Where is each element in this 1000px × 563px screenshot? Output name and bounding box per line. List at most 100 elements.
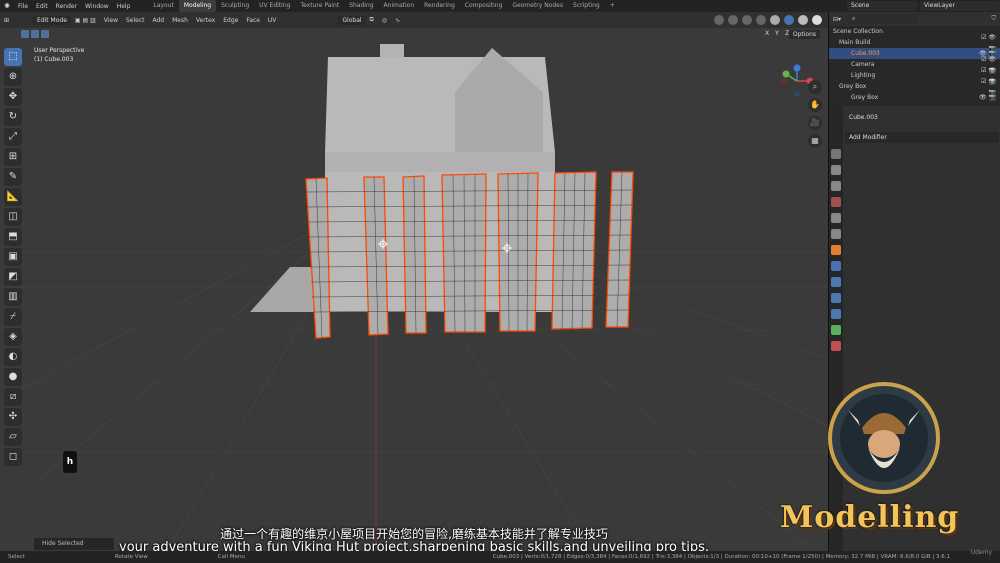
cursor-tool-icon[interactable]: ⊕: [4, 68, 22, 86]
measure-tool-icon[interactable]: 📐: [4, 188, 22, 206]
edge-slide-tool-icon[interactable]: ⧄: [4, 388, 22, 406]
outliner-grey-box-collection[interactable]: Grey Box ☑ 👁 📷: [829, 78, 1000, 96]
axis-y-toggle[interactable]: Y: [772, 30, 782, 37]
shear-tool-icon[interactable]: ▱: [4, 428, 22, 446]
tool-tab-icon[interactable]: [831, 149, 841, 159]
face-select-icon[interactable]: [41, 30, 49, 38]
proportional-edit-icon[interactable]: ◎: [378, 17, 391, 24]
scene-tab-icon[interactable]: [831, 197, 841, 207]
view-layer-selector[interactable]: ViewLayer: [920, 1, 1000, 11]
add-workspace-button[interactable]: +: [605, 0, 620, 12]
menu-file[interactable]: File: [14, 3, 32, 10]
render-tab-icon[interactable]: [831, 165, 841, 175]
material-tab-icon[interactable]: [831, 341, 841, 351]
editor-type-icon[interactable]: ⊞: [0, 17, 13, 24]
world-tab-icon[interactable]: [831, 213, 841, 223]
tab-modeling[interactable]: Modeling: [178, 0, 217, 12]
3d-viewport[interactable]: ⊞ Edit Mode ▣ ▤ ▥ View Select Add Mesh V…: [0, 12, 828, 563]
viewport-menu-vertex[interactable]: Vertex: [192, 17, 219, 24]
bevel-tool-icon[interactable]: ◩: [4, 268, 22, 286]
outliner-filter-icon[interactable]: ⊟▾: [829, 16, 845, 23]
collection-tab-icon[interactable]: [831, 229, 841, 239]
spin-tool-icon[interactable]: ◐: [4, 348, 22, 366]
extrude-tool-icon[interactable]: ⬒: [4, 228, 22, 246]
pan-hand-icon[interactable]: ✋: [808, 98, 822, 112]
move-tool-icon[interactable]: ✥: [4, 88, 22, 106]
outliner-scene-collection[interactable]: Scene Collection: [829, 26, 1000, 37]
output-tab-icon[interactable]: [831, 181, 841, 191]
shrink-tool-icon[interactable]: ✣: [4, 408, 22, 426]
rotate-tool-icon[interactable]: ↻: [4, 108, 22, 126]
snap-icon[interactable]: ⧉: [366, 16, 378, 24]
tab-texture-paint[interactable]: Texture Paint: [295, 0, 344, 12]
add-cube-tool-icon[interactable]: ◫: [4, 208, 22, 226]
menu-edit[interactable]: Edit: [32, 3, 52, 10]
scale-tool-icon[interactable]: ⤢: [4, 128, 22, 146]
viewport-menu-edge[interactable]: Edge: [219, 17, 242, 24]
shading-wireframe-icon[interactable]: [770, 15, 780, 25]
scene-selector[interactable]: Scene: [847, 1, 917, 11]
outliner-cube-003[interactable]: Cube.003 👁 📷: [829, 48, 1000, 59]
falloff-icon[interactable]: ∿: [391, 17, 404, 24]
physics-tab-icon[interactable]: [831, 293, 841, 303]
outliner-camera[interactable]: Camera ☑ 👁 📷: [829, 56, 1000, 74]
select-box-tool-icon[interactable]: ⬚: [4, 48, 22, 66]
tab-animation[interactable]: Animation: [379, 0, 420, 12]
shading-solid-icon[interactable]: [784, 15, 794, 25]
viewport-menu-add[interactable]: Add: [149, 17, 169, 24]
outliner-main-build[interactable]: Main Build ☑ 👁 📷: [829, 34, 1000, 52]
overlay-toggle-icon[interactable]: [742, 15, 752, 25]
outliner-funnel-icon[interactable]: ⛉: [991, 15, 1000, 23]
outliner-lighting[interactable]: Lighting ☑ 👁 📷: [829, 67, 1000, 85]
tab-rendering[interactable]: Rendering: [419, 0, 460, 12]
menu-render[interactable]: Render: [52, 3, 81, 10]
viewport-menu-mesh[interactable]: Mesh: [168, 17, 192, 24]
viewport-menu-face[interactable]: Face: [242, 17, 264, 24]
transform-tool-icon[interactable]: ⊞: [4, 148, 22, 166]
xray-toggle-icon[interactable]: [756, 15, 766, 25]
transform-orientation-select[interactable]: Global: [338, 15, 366, 25]
viewport-menu-uv[interactable]: UV: [264, 17, 281, 24]
axis-z-toggle[interactable]: Z: [782, 30, 792, 37]
camera-view-icon[interactable]: 🎥: [808, 116, 822, 130]
axis-x-toggle[interactable]: X: [762, 30, 772, 37]
mode-selector[interactable]: Edit Mode: [33, 15, 71, 25]
gizmo-toggle-icon[interactable]: [728, 15, 738, 25]
visibility-icon[interactable]: [714, 15, 724, 25]
edge-select-icon[interactable]: [31, 30, 39, 38]
vertex-select-icon[interactable]: [21, 30, 29, 38]
outliner-grey-box-object[interactable]: Grey Box 👁 📷: [829, 92, 1000, 103]
object-tab-icon[interactable]: [831, 245, 841, 255]
inset-tool-icon[interactable]: ▣: [4, 248, 22, 266]
viewport-menu-select[interactable]: Select: [122, 17, 149, 24]
zoom-icon[interactable]: ⌕: [808, 80, 822, 94]
options-dropdown[interactable]: Options: [788, 30, 820, 39]
menu-window[interactable]: Window: [81, 3, 113, 10]
perspective-grid-icon[interactable]: ▦: [808, 134, 822, 148]
shading-rendered-icon[interactable]: [812, 15, 822, 25]
particles-tab-icon[interactable]: [831, 277, 841, 287]
tab-scripting[interactable]: Scripting: [568, 0, 605, 12]
constraints-tab-icon[interactable]: [831, 309, 841, 319]
tab-layout[interactable]: Layout: [148, 0, 178, 12]
poly-build-tool-icon[interactable]: ◈: [4, 328, 22, 346]
tab-compositing[interactable]: Compositing: [460, 0, 508, 12]
knife-tool-icon[interactable]: ⌿: [4, 308, 22, 326]
outliner-search-input[interactable]: ⌕: [848, 14, 919, 24]
visibility-toggles[interactable]: 👁 📷: [976, 92, 1000, 103]
loop-cut-tool-icon[interactable]: ▥: [4, 288, 22, 306]
annotate-tool-icon[interactable]: ✎: [4, 168, 22, 186]
data-tab-icon[interactable]: [831, 325, 841, 335]
modifier-tab-icon[interactable]: [831, 261, 841, 271]
menu-help[interactable]: Help: [113, 3, 135, 10]
tab-geometry-nodes[interactable]: Geometry Nodes: [507, 0, 568, 12]
smooth-tool-icon[interactable]: ●: [4, 368, 22, 386]
shading-material-icon[interactable]: [798, 15, 808, 25]
viewport-menu-view[interactable]: View: [100, 17, 122, 24]
select-mode-icons[interactable]: ▣ ▤ ▥: [71, 17, 100, 24]
tab-uv-editing[interactable]: UV Editing: [254, 0, 295, 12]
tab-sculpting[interactable]: Sculpting: [216, 0, 254, 12]
tab-shading[interactable]: Shading: [344, 0, 378, 12]
add-modifier-button[interactable]: Add Modifier: [845, 132, 999, 143]
blender-logo-icon[interactable]: ✺: [0, 2, 14, 10]
